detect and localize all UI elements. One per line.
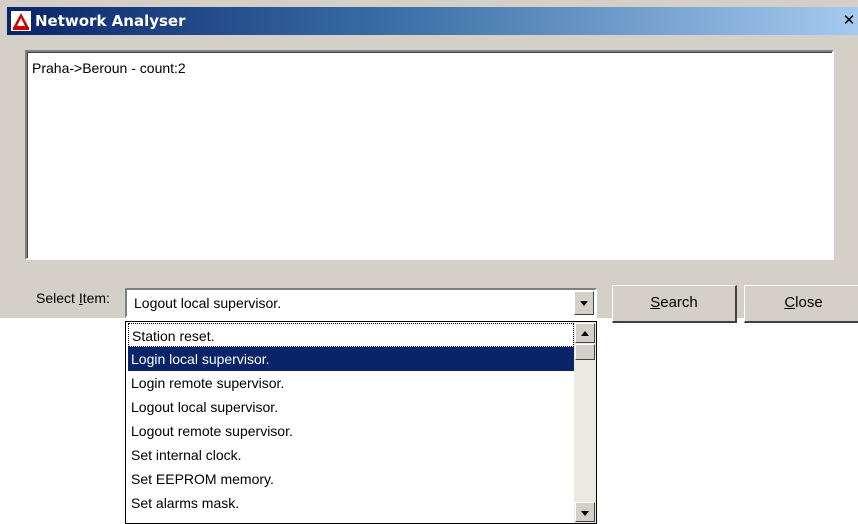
search-button[interactable]: Search <box>612 285 737 323</box>
dropdown-option[interactable]: Station reset. <box>128 323 574 347</box>
app-logo-icon <box>11 11 31 31</box>
network-analyser-window: Network Analyser ✕ Praha->Beroun - count… <box>0 0 858 323</box>
scroll-down-button[interactable] <box>575 502 595 522</box>
dropdown-option-highlighted[interactable]: Login local supervisor. <box>128 347 574 371</box>
chevron-up-icon <box>581 331 589 336</box>
select-item-combobox[interactable]: Logout local supervisor. <box>125 288 597 318</box>
chevron-down-icon <box>581 511 589 516</box>
dropdown-scrollbar[interactable] <box>574 322 596 523</box>
dropdown-option[interactable]: Set EEPROM memory. <box>128 467 574 491</box>
close-button[interactable]: Close <box>744 285 858 323</box>
title-bar[interactable]: Network Analyser ✕ <box>7 7 858 35</box>
dropdown-option[interactable]: Set alarms mask. <box>128 491 574 515</box>
output-line: Praha->Beroun - count:2 <box>32 60 186 76</box>
dropdown-option[interactable]: Logout local supervisor. <box>128 395 574 419</box>
combobox-value: Logout local supervisor. <box>134 295 282 311</box>
dropdown-arrow-button[interactable] <box>574 291 594 315</box>
select-item-dropdown-list[interactable]: Station reset. Login local supervisor. L… <box>125 321 597 524</box>
dropdown-option[interactable]: Set internal clock. <box>128 443 574 467</box>
dropdown-option[interactable]: Logout remote supervisor. <box>128 419 574 443</box>
select-item-label: Select Item: <box>36 290 110 306</box>
close-icon[interactable]: ✕ <box>838 11 858 31</box>
results-output-box[interactable]: Praha->Beroun - count:2 <box>25 50 834 260</box>
dropdown-option[interactable]: Login remote supervisor. <box>128 371 574 395</box>
window-title: Network Analyser <box>35 12 186 30</box>
scrollbar-thumb[interactable] <box>575 344 595 360</box>
scroll-up-button[interactable] <box>575 323 595 343</box>
chevron-down-icon <box>580 301 588 306</box>
